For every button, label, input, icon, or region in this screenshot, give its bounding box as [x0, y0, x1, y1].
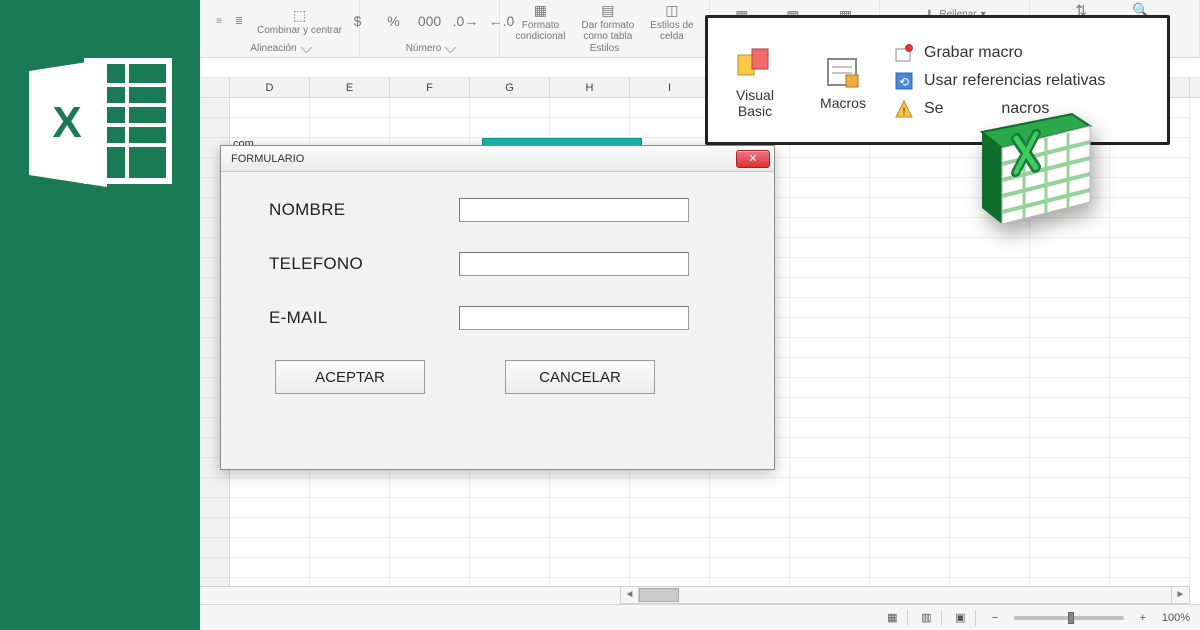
currency-button[interactable]: $	[344, 9, 372, 33]
group-styles-label: Estilos	[590, 43, 619, 54]
col-header[interactable]: I	[630, 78, 710, 97]
scroll-left-icon[interactable]: ◄	[621, 587, 639, 603]
warning-icon: !	[894, 99, 914, 119]
number-launcher-icon[interactable]	[445, 41, 456, 52]
indent-increase-icon[interactable]: ≣	[233, 15, 245, 27]
percent-button[interactable]: %	[380, 9, 408, 33]
group-number-label: Número	[406, 43, 442, 54]
merge-center-button[interactable]: ⬚ Combinar y centrar	[253, 3, 346, 39]
zoom-level[interactable]: 100%	[1162, 612, 1190, 624]
horizontal-scrollbar[interactable]: ◄ ►	[620, 586, 1190, 604]
relative-references-button[interactable]: ⟲ Usar referencias relativas	[894, 71, 1155, 91]
excel-window: ≡ ≣ ⬚ Combinar y centrar Alineación $ % …	[200, 0, 1200, 630]
accept-button[interactable]: ACEPTAR	[275, 360, 425, 394]
page-layout-view-icon[interactable]: ▥	[920, 610, 942, 626]
brand-sidebar: X	[0, 0, 200, 630]
indent-decrease-icon[interactable]: ≡	[213, 15, 225, 27]
visual-basic-button[interactable]: Visual Basic	[718, 26, 792, 136]
page-break-view-icon[interactable]: ▣	[954, 610, 976, 626]
relative-references-icon: ⟲	[894, 71, 914, 91]
scroll-right-icon[interactable]: ►	[1171, 587, 1189, 603]
email-label: E-MAIL	[269, 308, 459, 328]
name-label: NOMBRE	[269, 200, 459, 220]
cell-styles-button[interactable]: ◫Estilos de celda	[646, 0, 697, 44]
excel-logo-icon: X	[25, 55, 175, 195]
alignment-launcher-icon[interactable]	[300, 41, 311, 52]
macros-icon	[822, 51, 864, 93]
zoom-out-button[interactable]: −	[988, 612, 1002, 624]
userform-dialog: FORMULARIO ✕ NOMBRE TELEFONO E-MAIL ACEP…	[220, 145, 775, 470]
userform-title: FORMULARIO	[231, 153, 304, 165]
format-as-table-button[interactable]: ▤Dar formato como tabla	[577, 0, 638, 44]
col-header[interactable]: F	[390, 78, 470, 97]
col-header[interactable]: H	[550, 78, 630, 97]
record-macro-button[interactable]: Grabar macro	[894, 43, 1155, 63]
col-header[interactable]: G	[470, 78, 550, 97]
record-macro-icon	[894, 43, 914, 63]
col-header[interactable]: E	[310, 78, 390, 97]
name-input[interactable]	[459, 198, 689, 222]
status-bar: ▦ ▥ ▣ − + 100%	[200, 604, 1200, 630]
sheet-tabs[interactable]	[200, 586, 620, 604]
col-header[interactable]: D	[230, 78, 310, 97]
zoom-slider[interactable]	[1014, 616, 1124, 620]
normal-view-icon[interactable]: ▦	[886, 610, 908, 626]
svg-text:⟲: ⟲	[899, 75, 909, 89]
group-alignment-label: Alineación	[250, 43, 296, 54]
macros-button[interactable]: Macros	[806, 26, 880, 136]
zoom-in-button[interactable]: +	[1136, 612, 1150, 624]
close-icon[interactable]: ✕	[736, 150, 770, 168]
conditional-format-button[interactable]: ▦Formato condicional	[511, 0, 569, 44]
svg-text:!: !	[902, 106, 905, 118]
increase-decimal-button[interactable]: .0→	[452, 9, 480, 33]
phone-label: TELEFONO	[269, 254, 459, 274]
svg-text:X: X	[52, 98, 81, 147]
cancel-button[interactable]: CANCELAR	[505, 360, 655, 394]
visual-basic-icon	[734, 43, 776, 85]
email-input[interactable]	[459, 306, 689, 330]
thousands-button[interactable]: 000	[416, 9, 444, 33]
excel-3d-icon	[962, 98, 1112, 238]
phone-input[interactable]	[459, 252, 689, 276]
